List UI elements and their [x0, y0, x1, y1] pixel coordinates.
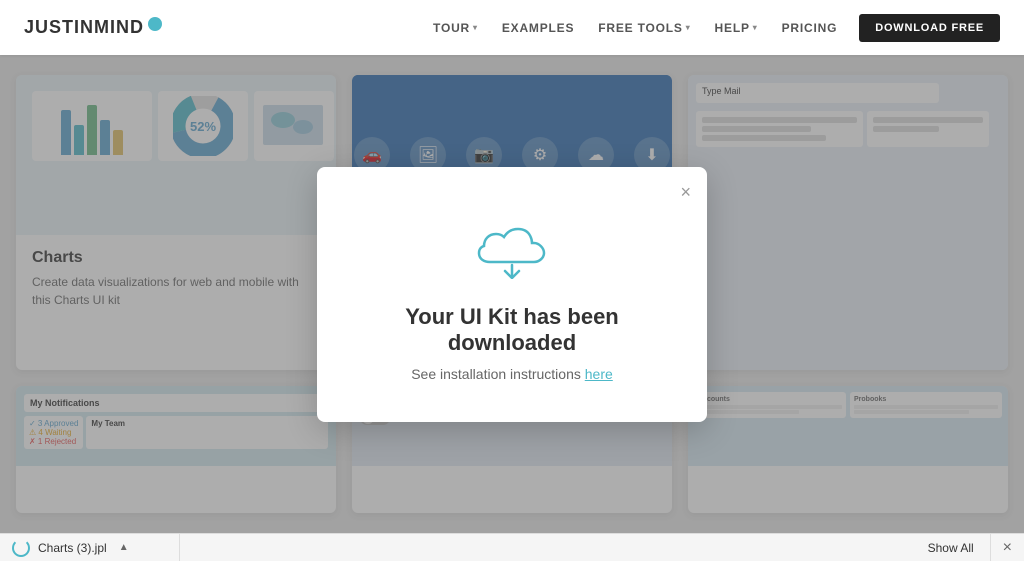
- chevron-down-icon-2: ▾: [686, 23, 691, 32]
- navbar: JUSTINMIND TOUR ▾ EXAMPLES FREE TOOLS ▾ …: [0, 0, 1024, 55]
- download-item: Charts (3).jpl ▲: [0, 534, 180, 561]
- close-download-bar-button[interactable]: ×: [991, 534, 1024, 561]
- modal-title: Your UI Kit has been downloaded: [357, 304, 667, 356]
- modal-overlay: × Your UI Kit has been downloaded See in…: [0, 55, 1024, 533]
- logo-text: JUSTINMIND: [24, 17, 144, 38]
- nav-label-examples: EXAMPLES: [502, 21, 574, 35]
- nav-label-pricing: PRICING: [782, 21, 838, 35]
- nav-links: TOUR ▾ EXAMPLES FREE TOOLS ▾ HELP ▾ PRIC…: [423, 14, 1000, 42]
- nav-item-tour[interactable]: TOUR ▾: [423, 15, 488, 41]
- nav-label-free-tools: FREE TOOLS: [598, 21, 682, 35]
- chevron-up-icon[interactable]: ▲: [119, 542, 129, 553]
- installation-link[interactable]: here: [585, 366, 613, 382]
- logo-dot: [148, 17, 162, 31]
- nav-label-help: HELP: [715, 21, 750, 35]
- nav-item-examples[interactable]: EXAMPLES: [492, 15, 584, 41]
- modal-subtitle: See installation instructions here: [357, 366, 667, 382]
- nav-label-tour: TOUR: [433, 21, 470, 35]
- download-free-button[interactable]: DOWNLOAD FREE: [859, 14, 1000, 42]
- download-spinner: [12, 539, 30, 557]
- download-filename: Charts (3).jpl: [38, 541, 107, 555]
- download-modal: × Your UI Kit has been downloaded See in…: [317, 167, 707, 422]
- show-all-button[interactable]: Show All: [912, 534, 991, 561]
- chevron-down-icon-3: ▾: [753, 23, 758, 32]
- cloud-download-icon: [357, 215, 667, 284]
- logo[interactable]: JUSTINMIND: [24, 17, 162, 39]
- nav-item-pricing[interactable]: PRICING: [772, 15, 848, 41]
- modal-close-button[interactable]: ×: [680, 183, 691, 201]
- download-bar: Charts (3).jpl ▲ Show All ×: [0, 533, 1024, 561]
- nav-item-help[interactable]: HELP ▾: [705, 15, 768, 41]
- nav-item-free-tools[interactable]: FREE TOOLS ▾: [588, 15, 700, 41]
- chevron-down-icon: ▾: [473, 23, 478, 32]
